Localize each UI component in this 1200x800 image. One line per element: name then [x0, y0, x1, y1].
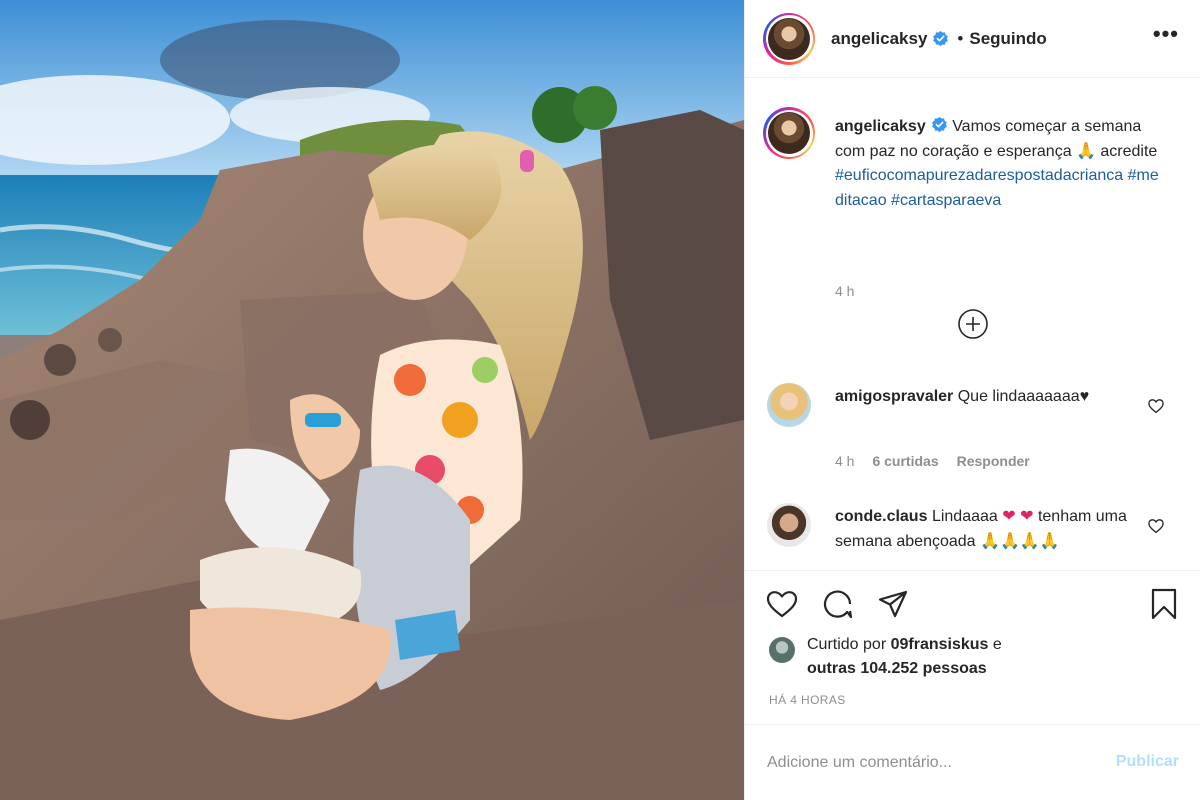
- bookmark-icon[interactable]: [1147, 587, 1181, 621]
- header-separator: •: [957, 28, 964, 48]
- comment-body: Que lindaaaaaaa: [957, 388, 1080, 405]
- commenter-avatar[interactable]: [767, 503, 811, 547]
- caption-author-username[interactable]: angelicaksy: [835, 118, 926, 135]
- liker-username[interactable]: 09fransiskus: [891, 636, 989, 653]
- caption-hashtags[interactable]: #euficocomapurezadarespostadacrianca #me…: [835, 167, 1159, 209]
- verified-icon: [931, 116, 947, 133]
- reply-button[interactable]: Responder: [957, 453, 1030, 469]
- comment-icon[interactable]: [821, 587, 855, 621]
- post-side-panel: angelicaksy • Seguindo ••• angelicaksy V…: [744, 0, 1200, 800]
- likes-text: Curtido por 09fransiskus e outras 104.25…: [807, 633, 1167, 681]
- add-comment-bar: Publicar: [745, 724, 1200, 800]
- comment-timestamp[interactable]: 4 h: [835, 453, 854, 469]
- commenter-username[interactable]: amigospravaler: [835, 388, 953, 405]
- comment-emoji-line3: 🙏🙏🙏🙏: [980, 532, 1060, 550]
- comment-meta: 4 h 6 curtidas Responder: [835, 453, 1030, 469]
- add-circle-icon[interactable]: [956, 307, 990, 341]
- publish-button[interactable]: Publicar: [1116, 753, 1179, 771]
- comment-body: Lindaaaa: [931, 508, 998, 525]
- commenter-username[interactable]: conde.claus: [835, 508, 927, 525]
- likes-prefix: Curtido por: [807, 636, 887, 653]
- liker-avatar[interactable]: [769, 637, 795, 663]
- verified-icon: [933, 30, 949, 47]
- comments-area[interactable]: angelicaksy Vamos começar a semana com p…: [745, 79, 1200, 569]
- heart-icon[interactable]: [1147, 517, 1165, 535]
- comment-emoji: ❤ ❤: [1002, 508, 1034, 525]
- post-photo: [0, 0, 744, 800]
- caption-text: angelicaksy Vamos começar a semana com p…: [835, 115, 1165, 213]
- author-username[interactable]: angelicaksy: [831, 29, 927, 49]
- comment-input[interactable]: [767, 749, 1087, 777]
- post-header: angelicaksy • Seguindo •••: [745, 0, 1200, 78]
- more-icon[interactable]: •••: [1153, 23, 1179, 45]
- heart-icon[interactable]: [765, 587, 799, 621]
- following-button[interactable]: Seguindo: [969, 29, 1046, 49]
- share-icon[interactable]: [876, 587, 910, 621]
- comment-text: amigospravaler Que lindaaaaaaa♥: [835, 385, 1135, 410]
- caption-author-avatar[interactable]: [763, 107, 815, 159]
- post-actions: Curtido por 09fransiskus e outras 104.25…: [745, 570, 1200, 724]
- comment-likes[interactable]: 6 curtidas: [872, 453, 938, 469]
- caption-timestamp[interactable]: 4 h: [835, 283, 854, 299]
- post-timestamp[interactable]: HÁ 4 HORAS: [769, 693, 846, 707]
- comment-emoji: ♥: [1079, 388, 1090, 405]
- likes-others[interactable]: outras 104.252 pessoas: [807, 660, 987, 677]
- author-avatar[interactable]: [763, 12, 815, 65]
- comment-text: conde.claus Lindaaaa ❤ ❤ tenham uma sema…: [835, 505, 1135, 554]
- commenter-avatar[interactable]: [767, 383, 811, 427]
- heart-icon[interactable]: [1147, 397, 1165, 415]
- photo-illustration: [0, 0, 744, 800]
- likes-conj: e: [992, 636, 1002, 653]
